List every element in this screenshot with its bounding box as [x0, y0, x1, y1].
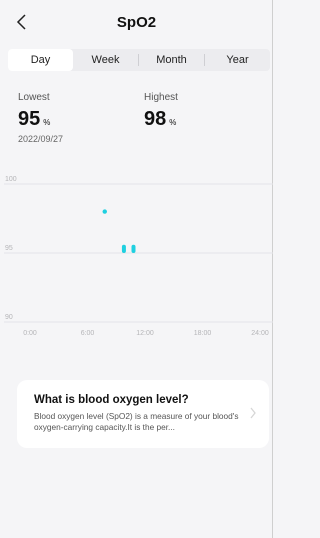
app-screen: SpO2 Day Week Month Year Lowest 95% 2022…: [0, 0, 273, 538]
y-tick-label: 100: [5, 176, 17, 183]
info-card-title: What is blood oxygen level?: [34, 394, 189, 406]
tab-year[interactable]: Year: [205, 49, 270, 71]
y-tick-label: 90: [5, 314, 13, 321]
data-range-bar: [121, 244, 126, 253]
data-point: [102, 209, 107, 214]
chevron-right-icon: [250, 407, 256, 419]
highest-value: 98: [144, 108, 167, 130]
spo2-chart: 100 95 90 0:00 6:00 12:00 18:00 24:00: [4, 176, 273, 337]
info-card[interactable]: What is blood oxygen level? Blood oxygen…: [17, 380, 269, 448]
x-tick-label: 18:00: [194, 330, 212, 337]
highest-unit: %: [169, 118, 177, 127]
page-title: SpO2: [116, 14, 157, 31]
tab-month[interactable]: Month: [139, 49, 204, 71]
x-tick-label: 0:00: [23, 330, 37, 337]
lowest-value: 95: [18, 108, 41, 130]
header: SpO2: [0, 0, 273, 46]
period-tabs: Day Week Month Year: [8, 49, 270, 71]
tab-day[interactable]: Day: [8, 49, 73, 71]
lowest-value-wrap: 95%: [18, 108, 50, 131]
lowest-label: Lowest: [18, 92, 50, 103]
x-tick-label: 6:00: [81, 330, 95, 337]
summary-date: 2022/09/27: [18, 134, 64, 144]
highest-label: Highest: [144, 92, 178, 103]
lowest-unit: %: [43, 118, 51, 127]
info-card-body: Blood oxygen level (SpO2) is a measure o…: [34, 411, 239, 432]
data-range-bar: [131, 244, 136, 253]
x-tick-label: 24:00: [251, 330, 269, 337]
y-tick-label: 95: [5, 245, 13, 252]
tab-week[interactable]: Week: [73, 49, 138, 71]
highest-value-wrap: 98%: [144, 108, 176, 131]
x-tick-label: 12:00: [136, 330, 154, 337]
